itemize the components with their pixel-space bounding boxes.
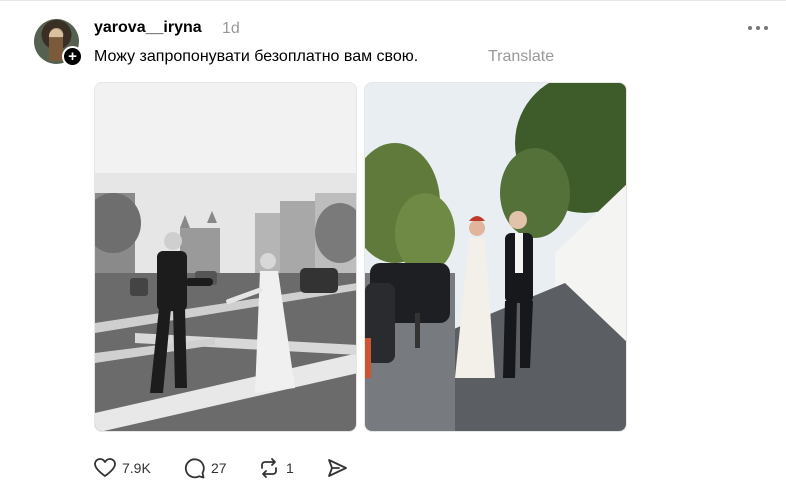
like-count: 7.9K: [122, 460, 151, 476]
post-text: Можу запропонувати безоплатно вам свою.: [94, 48, 419, 65]
heart-icon: [94, 458, 116, 477]
top-divider: [0, 0, 786, 1]
comment-count: 27: [211, 460, 227, 476]
post-time[interactable]: 1d: [222, 20, 240, 38]
repost-count: 1: [286, 460, 294, 476]
comment-button[interactable]: 27: [183, 456, 227, 480]
plus-icon: +: [68, 48, 77, 65]
share-button[interactable]: [326, 456, 348, 480]
repost-icon: [261, 458, 277, 478]
like-button[interactable]: 7.9K: [94, 456, 151, 480]
translate-link[interactable]: Translate: [488, 48, 554, 66]
avatar-figure: [49, 29, 63, 61]
share-icon: [328, 459, 347, 477]
comment-icon: [184, 458, 205, 479]
more-icon[interactable]: [748, 20, 772, 36]
follow-button[interactable]: +: [62, 46, 83, 67]
post-image-2[interactable]: [364, 82, 627, 432]
post-image-1[interactable]: [94, 82, 357, 432]
username-link[interactable]: yarova__iryna: [94, 19, 202, 37]
repost-button[interactable]: 1: [258, 456, 294, 480]
